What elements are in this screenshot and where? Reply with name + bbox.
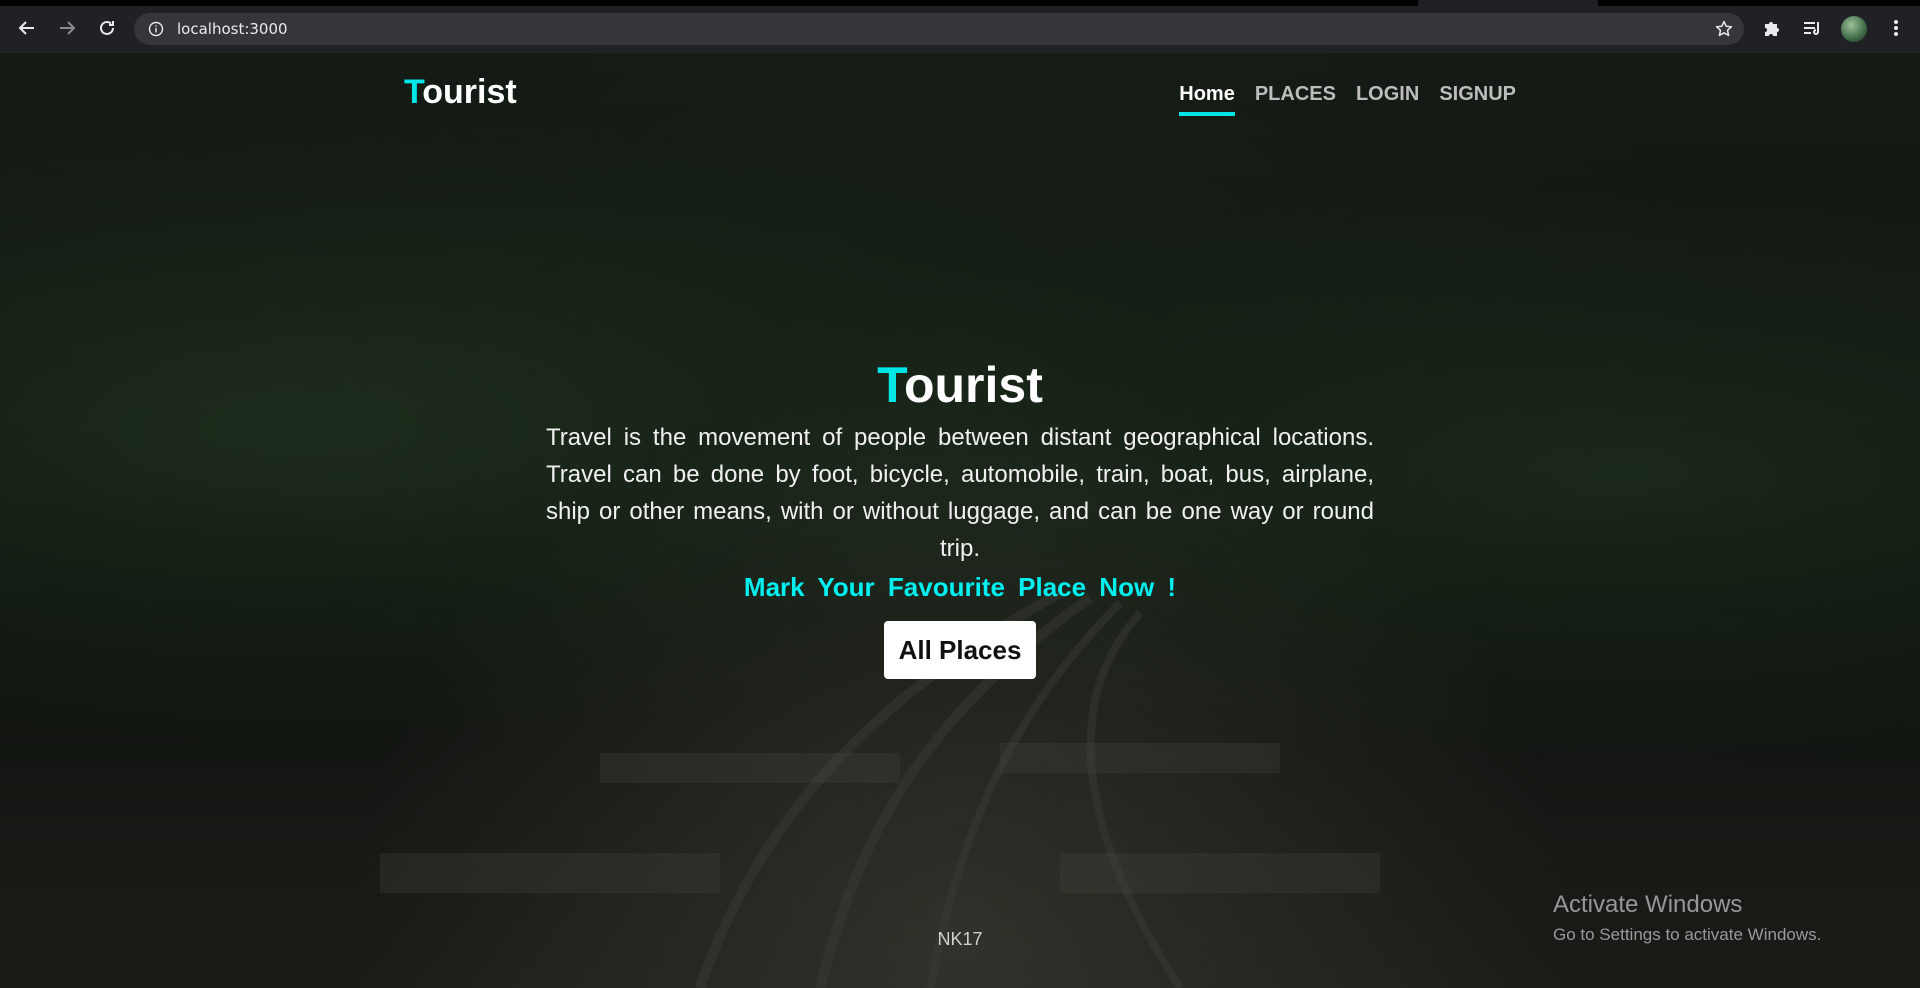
watermark-title: Activate Windows <box>1553 891 1743 918</box>
brand-name: ourist <box>422 73 517 111</box>
menu-dots-icon[interactable] <box>1885 17 1907 39</box>
tab-strip <box>0 0 1920 6</box>
hero-title-initial: T <box>877 357 904 413</box>
bookmark-star-icon[interactable] <box>1714 19 1734 39</box>
navbar-menu: Home PLACES LOGIN SIGNUP <box>1179 83 1516 116</box>
url-text[interactable]: localhost:3000 <box>177 20 288 38</box>
back-arrow-icon[interactable] <box>13 14 41 42</box>
navbar-brand[interactable]: Tourist <box>404 73 517 112</box>
forward-arrow-icon[interactable] <box>53 14 81 42</box>
hero-title-rest: ourist <box>903 357 1043 413</box>
browser-toolbar: localhost:3000 <box>0 0 1920 53</box>
active-tab-edge[interactable] <box>1418 0 1598 6</box>
hero-cta-text: Mark Your Favourite Place Now ! <box>743 572 1177 602</box>
watermark-subtitle: Go to Settings to activate Windows. <box>1553 925 1822 944</box>
nav-link-places[interactable]: PLACES <box>1255 83 1336 116</box>
nav-link-login[interactable]: LOGIN <box>1356 83 1419 116</box>
nav-link-signup[interactable]: SIGNUP <box>1439 83 1516 116</box>
hero-title: Tourist <box>540 355 1380 415</box>
hero-description: Travel is the movement of people between… <box>546 424 1374 562</box>
extensions-puzzle-icon[interactable] <box>1761 17 1783 39</box>
page-content: Tourist Home PLACES LOGIN SIGNUP Tourist… <box>0 53 1920 988</box>
brand-initial: T <box>404 73 423 111</box>
address-bar[interactable]: localhost:3000 <box>134 13 1744 45</box>
nav-link-home[interactable]: Home <box>1179 83 1235 116</box>
profile-avatar[interactable] <box>1841 16 1867 42</box>
site-info-icon[interactable] <box>148 21 164 37</box>
reload-icon[interactable] <box>93 14 121 42</box>
reading-list-icon[interactable] <box>1801 17 1823 39</box>
hero-section: Tourist Travel is the movement of people… <box>540 355 1380 679</box>
all-places-button[interactable]: All Places <box>884 621 1036 679</box>
windows-activation-watermark: Activate Windows Go to Settings to activ… <box>1553 891 1821 945</box>
